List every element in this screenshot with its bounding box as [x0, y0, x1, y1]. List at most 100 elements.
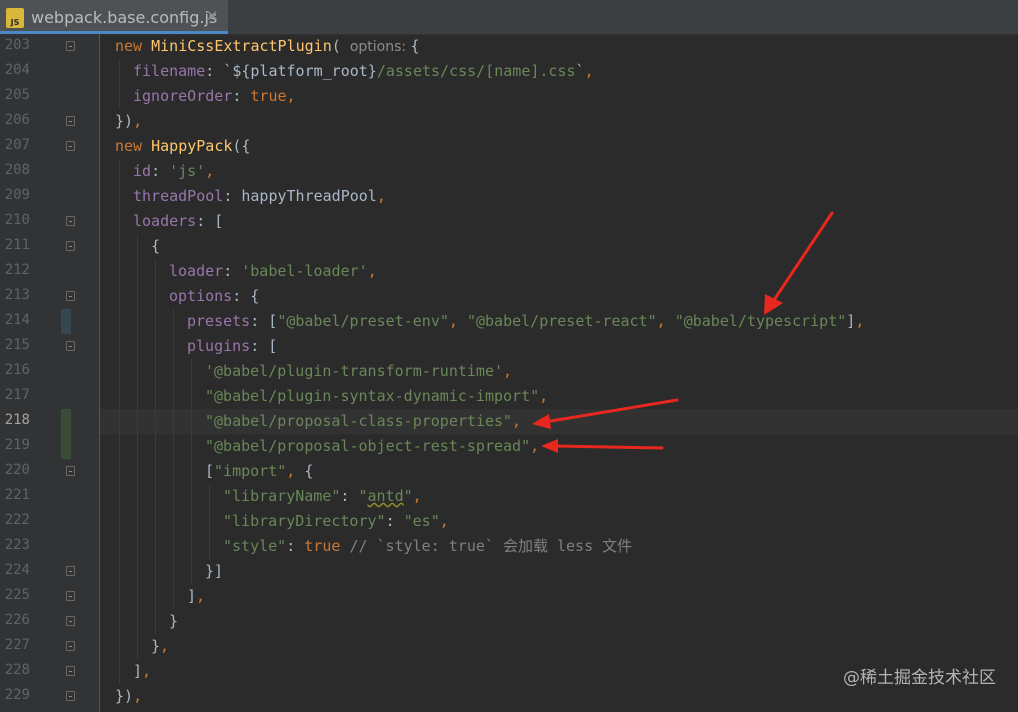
line-number: 214: [4, 312, 30, 328]
fold-toggle-icon[interactable]: [66, 666, 75, 676]
code-line[interactable]: 216 '@babel/plugin-transform-runtime',: [0, 359, 1018, 384]
code-token-str: "import": [214, 462, 287, 480]
fold-toggle-icon[interactable]: [66, 216, 75, 226]
code-line[interactable]: 205 ignoreOrder: true,: [0, 84, 1018, 109]
indent-guide: [173, 484, 174, 509]
indent-guide: [119, 484, 120, 509]
code-line[interactable]: 212 loader: 'babel-loader',: [0, 259, 1018, 284]
fold-toggle-icon[interactable]: [66, 591, 75, 601]
indent-guide: [137, 334, 138, 359]
code-token-kw: ,: [133, 112, 143, 130]
line-background: [100, 159, 1018, 184]
tab-webpack-base-config[interactable]: JS webpack.base.config.js ✕: [0, 0, 228, 34]
code-line[interactable]: 222 "libraryDirectory": "es",: [0, 509, 1018, 534]
code-token-prop: threadPool: [133, 187, 224, 205]
line-background: [100, 209, 1018, 234]
code-token-default: : [: [250, 312, 278, 330]
code-line[interactable]: 217 "@babel/plugin-syntax-dynamic-import"…: [0, 384, 1018, 409]
code-line[interactable]: 207 new HappyPack({: [0, 134, 1018, 159]
fold-toggle-icon[interactable]: [66, 691, 75, 701]
code-text: id: 'js',: [133, 161, 214, 181]
code-token-default: }: [169, 612, 179, 630]
indent-guide: [137, 359, 138, 384]
code-line[interactable]: 219 "@babel/proposal-object-rest-spread",: [0, 434, 1018, 459]
code-line[interactable]: 211 {: [0, 234, 1018, 259]
code-text: {: [151, 236, 160, 256]
fold-toggle-icon[interactable]: [66, 291, 75, 301]
code-token-str: "@babel/plugin-syntax-dynamic-import": [205, 387, 540, 405]
code-editor[interactable]: 203 new MiniCssExtractPlugin( options: {2…: [0, 34, 1018, 712]
line-number: 229: [4, 687, 30, 703]
code-line[interactable]: 227},: [0, 634, 1018, 659]
indent-guide: [191, 434, 192, 459]
code-token-default: }: [151, 637, 161, 655]
code-line[interactable]: 208 id: 'js',: [0, 159, 1018, 184]
indent-guide: [155, 484, 156, 509]
line-number: 215: [4, 337, 30, 353]
code-line[interactable]: 215 plugins: [: [0, 334, 1018, 359]
code-token-cls: MiniCssExtractPlugin: [151, 37, 332, 55]
code-token-default: [: [205, 462, 215, 480]
close-icon[interactable]: ✕: [206, 7, 219, 25]
code-token-kw: ,: [376, 187, 386, 205]
code-line[interactable]: 218 "@babel/proposal-class-properties",: [0, 409, 1018, 434]
vcs-change-marker[interactable]: [61, 309, 71, 334]
code-line[interactable]: 204 filename: `${platform_root}/assets/cs…: [0, 59, 1018, 84]
code-text: "style": true // `style: true` 会加载 less …: [223, 536, 632, 556]
code-token-str: "es": [403, 512, 440, 530]
indent-guide: [119, 509, 120, 534]
fold-toggle-icon[interactable]: [66, 341, 75, 351]
indent-guide: [155, 384, 156, 409]
watermark: @稀土掘金技术社区: [843, 668, 996, 688]
fold-toggle-icon[interactable]: [66, 641, 75, 651]
vcs-change-marker[interactable]: [61, 409, 71, 434]
code-token-str: "@babel/preset-react": [466, 312, 657, 330]
code-line[interactable]: 213 options: {: [0, 284, 1018, 309]
indent-guide: [155, 259, 156, 284]
code-token-str: "@babel/preset-env": [277, 312, 449, 330]
code-line[interactable]: 209 threadPool: happyThreadPool,: [0, 184, 1018, 209]
indent-guide: [119, 609, 120, 634]
code-line[interactable]: 214 presets: ["@babel/preset-env", "@babe…: [0, 309, 1018, 334]
code-line[interactable]: 220 ["import", {: [0, 459, 1018, 484]
fold-toggle-icon[interactable]: [66, 116, 75, 126]
code-line[interactable]: 224}]: [0, 559, 1018, 584]
indent-guide: [137, 259, 138, 284]
indent-guide: [191, 559, 192, 584]
fold-toggle-icon[interactable]: [66, 41, 75, 51]
indent-guide: [137, 534, 138, 559]
indent-guide: [155, 409, 156, 434]
code-line[interactable]: 221 "libraryName": "antd",: [0, 484, 1018, 509]
code-text: "@babel/proposal-object-rest-spread",: [205, 436, 539, 456]
indent-guide: [137, 484, 138, 509]
line-number: 204: [4, 62, 30, 78]
indent-guide: [137, 459, 138, 484]
code-line[interactable]: 210 loaders: [: [0, 209, 1018, 234]
code-token-default: :: [151, 162, 170, 180]
code-line[interactable]: 225],: [0, 584, 1018, 609]
code-token-kw: ,: [439, 512, 449, 530]
code-line[interactable]: 203 new MiniCssExtractPlugin( options: {: [0, 34, 1018, 59]
code-token-kw: ,: [133, 687, 143, 705]
indent-guide: [137, 284, 138, 309]
code-token-default: : [: [250, 337, 278, 355]
code-token-default: :: [232, 87, 251, 105]
code-token-kw: new: [115, 137, 152, 155]
code-token-kw: ,: [448, 312, 467, 330]
indent-guide: [173, 459, 174, 484]
code-token-str: ": [358, 487, 368, 505]
vcs-change-marker[interactable]: [61, 434, 71, 459]
fold-toggle-icon[interactable]: [66, 241, 75, 251]
code-text: presets: ["@babel/preset-env", "@babel/p…: [187, 311, 864, 331]
code-line[interactable]: 226}: [0, 609, 1018, 634]
indent-guide: [173, 509, 174, 534]
fold-toggle-icon[interactable]: [66, 616, 75, 626]
code-token-kw: ,: [530, 437, 540, 455]
fold-toggle-icon[interactable]: [66, 466, 75, 476]
code-token-default: :: [385, 512, 404, 530]
fold-toggle-icon[interactable]: [66, 141, 75, 151]
indent-guide: [119, 84, 120, 109]
code-line[interactable]: 223 "style": true // `style: true` 会加载 le…: [0, 534, 1018, 559]
code-line[interactable]: 206}),: [0, 109, 1018, 134]
fold-toggle-icon[interactable]: [66, 566, 75, 576]
